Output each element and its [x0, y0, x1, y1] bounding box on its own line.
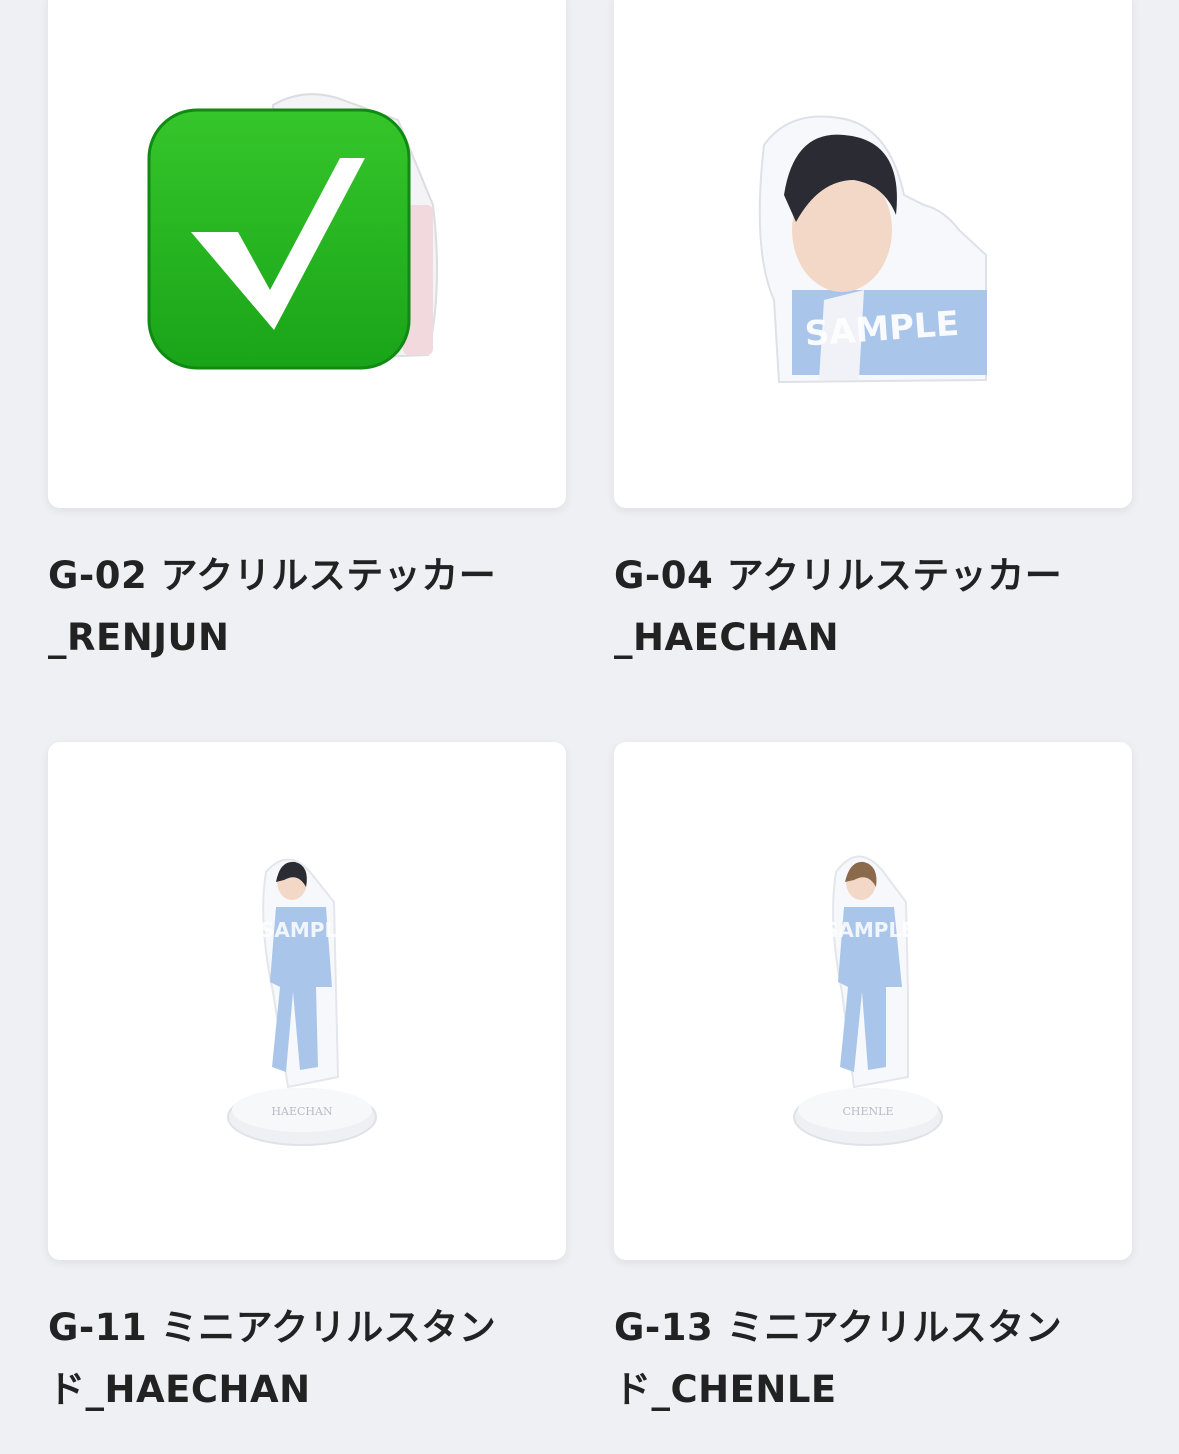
check-mark-button-icon: [147, 108, 411, 370]
product-title-g04[interactable]: G-04 アクリルステッカー _HAECHAN: [614, 545, 1134, 669]
product-title-line1: G-13 ミニアクリルスタン: [614, 1306, 1063, 1349]
product-title-line1: G-11 ミニアクリルスタン: [48, 1306, 497, 1349]
product-title-line2: _RENJUN: [48, 616, 230, 659]
product-title-g13[interactable]: G-13 ミニアクリルスタン ド_CHENLE: [614, 1297, 1134, 1421]
product-image-g11: SAMPLE HAECHAN: [227, 858, 377, 1146]
product-title-line2: _HAECHAN: [614, 616, 840, 659]
product-title-line2: ド_HAECHAN: [48, 1368, 311, 1411]
product-card-g13[interactable]: SAMPLE CHENLE: [614, 742, 1132, 1260]
product-title-line2: ド_CHENLE: [614, 1368, 837, 1411]
product-image-g13: SAMPLE CHENLE: [793, 855, 943, 1146]
product-title-line1: G-04 アクリルステッカー: [614, 554, 1063, 597]
product-card-g11[interactable]: SAMPLE HAECHAN: [48, 742, 566, 1260]
product-title-line1: G-02 アクリルステッカー: [48, 554, 497, 597]
svg-text:SAMPLE: SAMPLE: [824, 918, 915, 942]
svg-text:SAMPLE: SAMPLE: [260, 918, 351, 942]
product-card-g04[interactable]: SAMPLE: [614, 0, 1132, 508]
svg-text:HAECHAN: HAECHAN: [271, 1105, 333, 1118]
product-card-g02[interactable]: [48, 0, 566, 508]
product-title-g02[interactable]: G-02 アクリルステッカー _RENJUN: [48, 545, 568, 669]
product-title-g11[interactable]: G-11 ミニアクリルスタン ド_HAECHAN: [48, 1297, 568, 1421]
product-image-g04: SAMPLE: [758, 115, 987, 384]
svg-text:CHENLE: CHENLE: [843, 1105, 894, 1118]
